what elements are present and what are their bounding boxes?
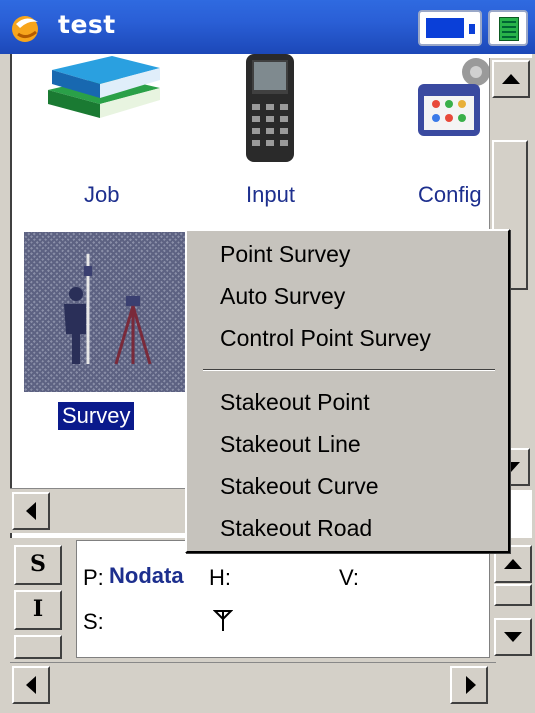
arrow-left-icon [26,676,36,694]
menu-item-stakeout-road[interactable]: Stakeout Road [220,515,372,542]
surveyor-icon [64,254,152,365]
status-scroll-thumb[interactable] [494,584,532,606]
arrow-right-icon [466,676,476,694]
h-label: H: [209,565,231,590]
p-value: Nodata [109,563,184,588]
arrow-up-icon [502,74,520,84]
status-scroll-right-button[interactable] [450,666,488,704]
launcher-label-config: Config [418,182,482,207]
window-title: test [58,10,116,39]
status-scroll-down-button[interactable] [494,618,532,656]
menu-item-point-survey[interactable]: Point Survey [220,241,350,268]
side-button-3[interactable] [14,635,62,659]
config-gear-icon[interactable] [414,58,496,138]
launcher-label-input: Input [246,182,295,207]
side-button-s[interactable]: S [14,545,62,585]
books-icon[interactable] [48,54,163,120]
scroll-up-button[interactable] [492,60,530,98]
menu-item-stakeout-line[interactable]: Stakeout Line [220,431,361,458]
menu-item-stakeout-point[interactable]: Stakeout Point [220,389,370,416]
status-horizontal-scrollbar[interactable] [10,662,496,707]
arrow-left-icon [26,502,36,520]
launcher-label-survey[interactable]: Survey [56,401,136,431]
arrow-down-icon [504,632,522,642]
side-button-i[interactable]: I [14,590,62,630]
menu-item-stakeout-curve[interactable]: Stakeout Curve [220,473,379,500]
s-label: S: [83,609,104,634]
handheld-device-icon[interactable] [242,54,298,164]
v-label: V: [339,565,359,590]
survey-tile[interactable] [24,232,186,392]
status-readout: P: Nodata H: V: S: [76,540,490,658]
arrow-up-icon [504,559,522,569]
antenna-icon [213,610,233,631]
title-bar: test [0,0,535,54]
p-label: P: [83,565,104,590]
battery-icon[interactable] [418,10,482,46]
status-scroll-left-button[interactable] [12,666,50,704]
menu-item-control-point-survey[interactable]: Control Point Survey [220,325,431,352]
app-logo-icon[interactable] [8,10,44,46]
menu-item-auto-survey[interactable]: Auto Survey [220,283,345,310]
launcher-label-job: Job [84,182,120,207]
survey-context-menu: Point Survey Auto Survey Control Point S… [185,229,510,553]
menu-separator [203,369,495,371]
keyboard-icon[interactable] [488,10,528,46]
scroll-left-button[interactable] [12,492,50,530]
